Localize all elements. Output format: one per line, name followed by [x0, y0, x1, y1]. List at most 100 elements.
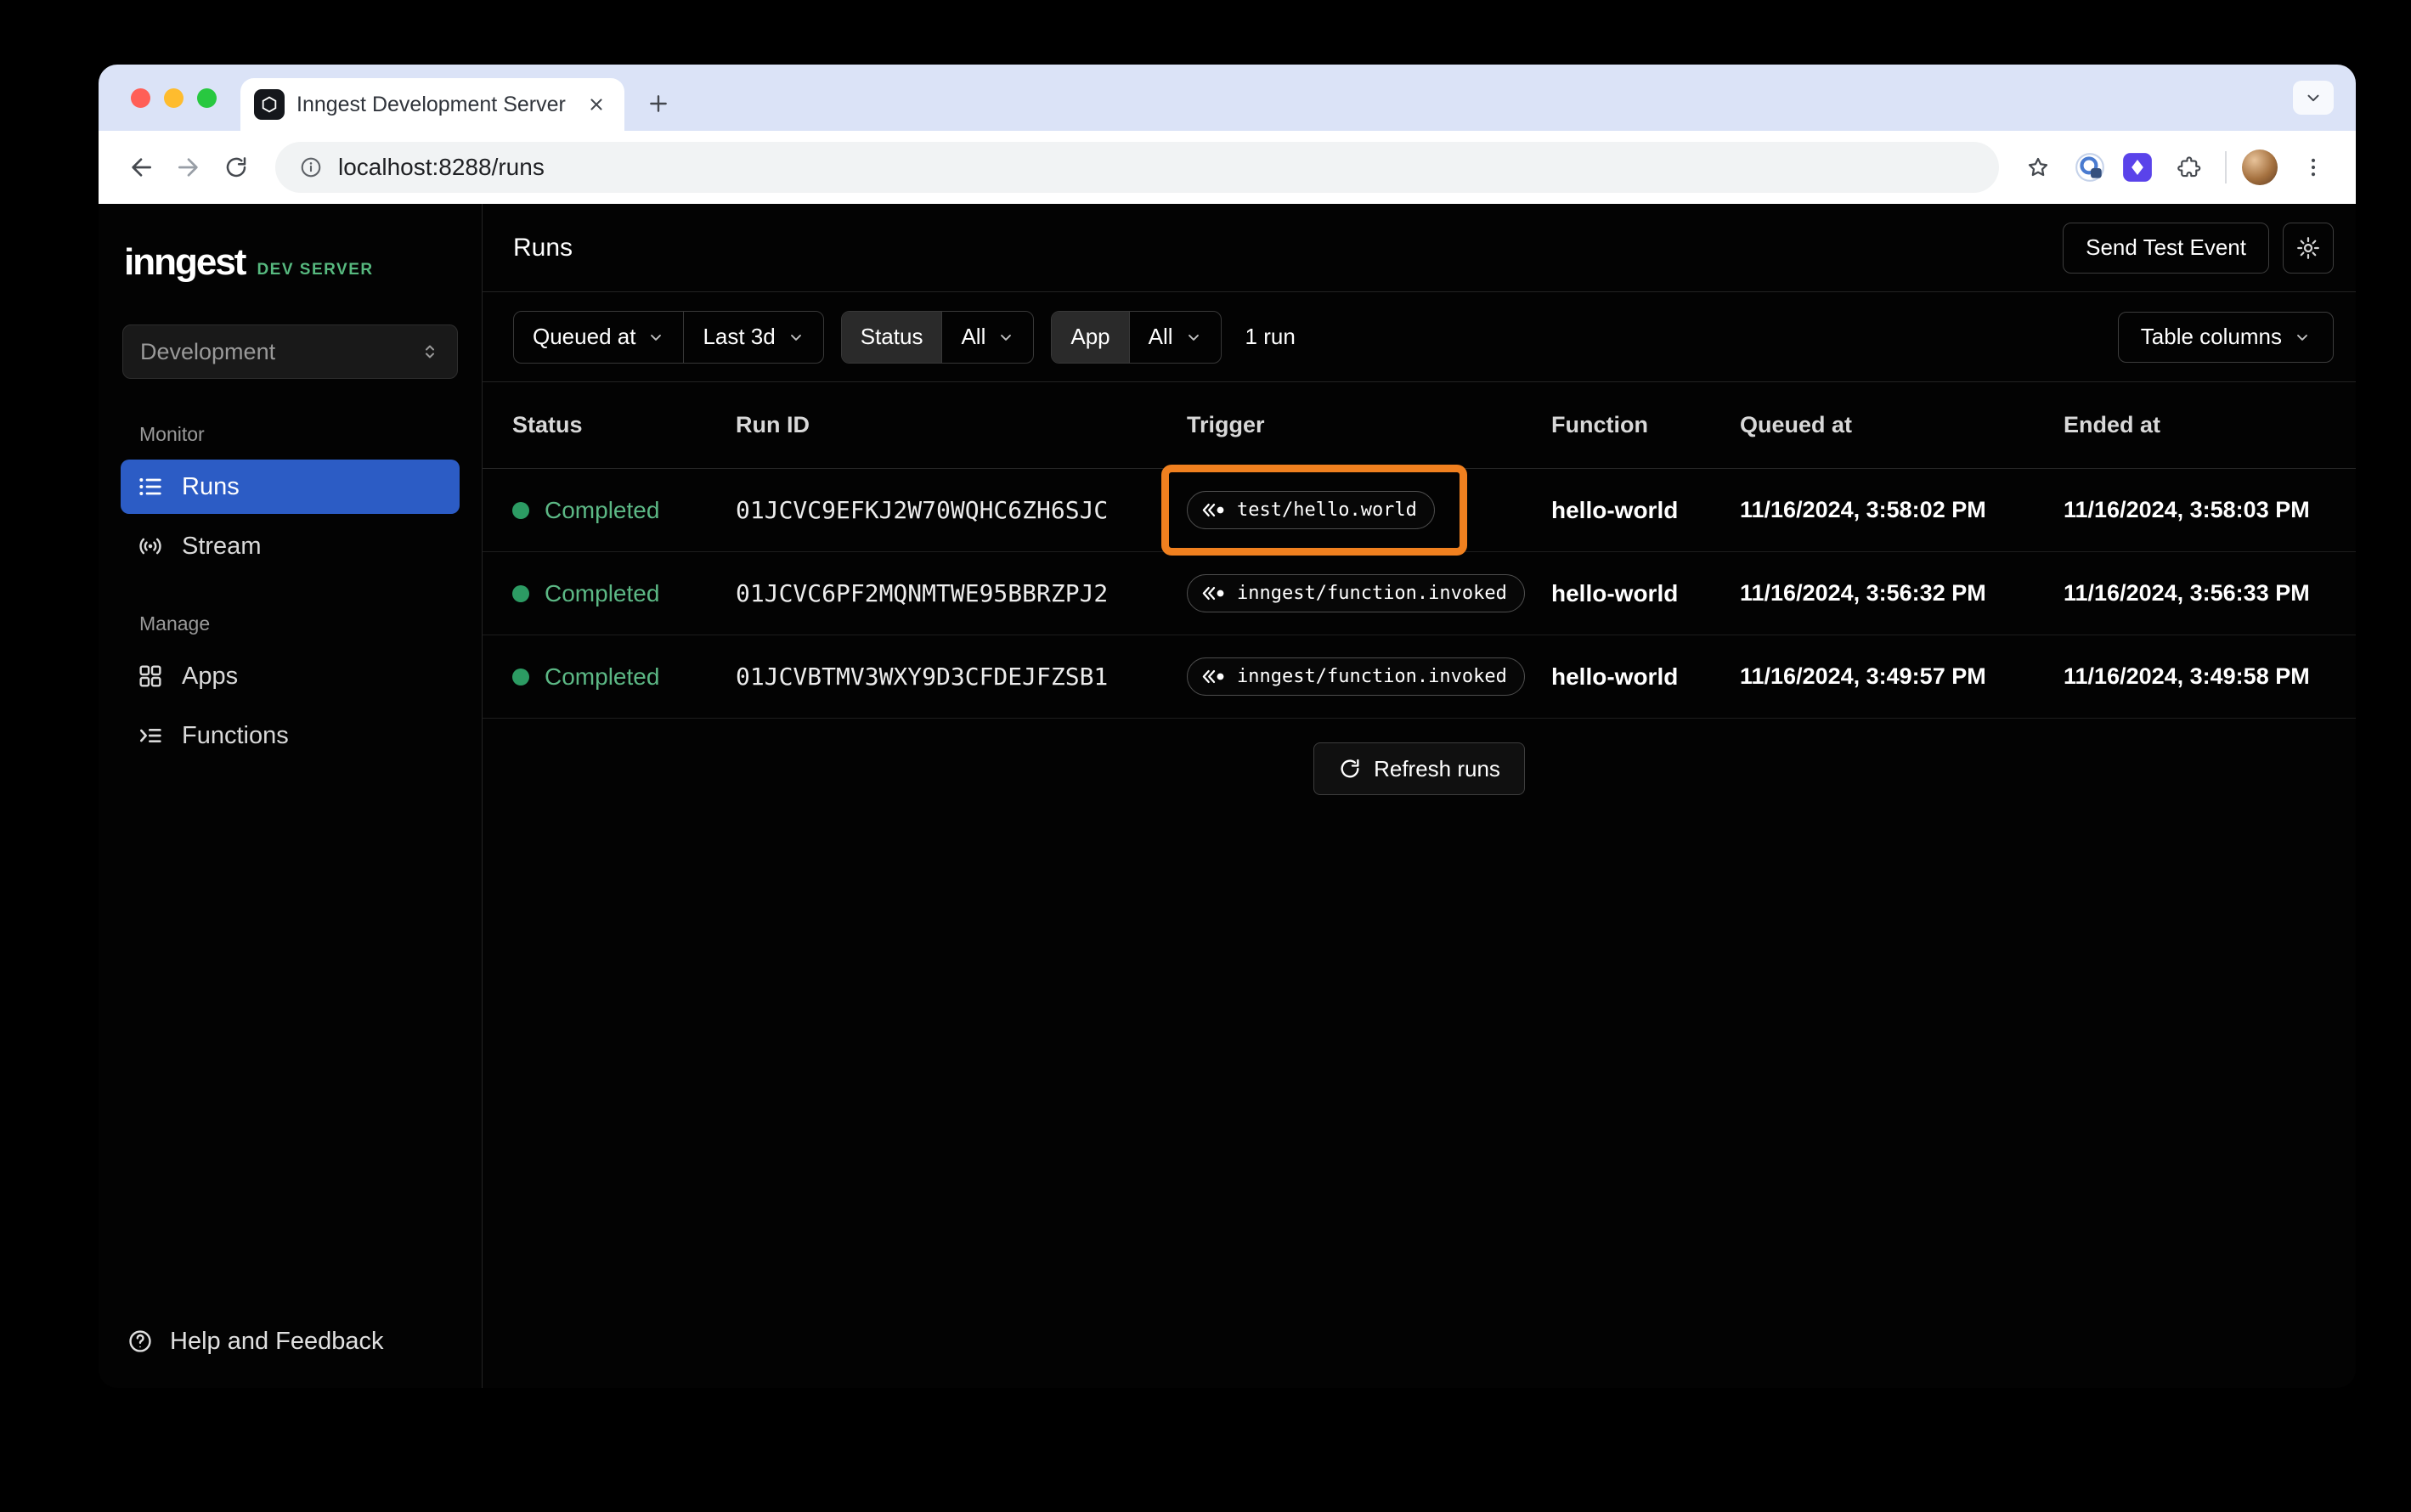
- trigger-event-name: test/hello.world: [1237, 499, 1417, 521]
- refresh-row: Refresh runs: [483, 719, 2356, 795]
- time-range-value: Last 3d: [703, 324, 776, 349]
- trigger-badge[interactable]: inngest/function.invoked: [1187, 574, 1525, 612]
- sidebar-item-label: Runs: [182, 472, 240, 500]
- chevron-down-icon: [997, 329, 1014, 346]
- status-cell: Completed: [512, 497, 736, 524]
- extension-icon[interactable]: [2121, 151, 2154, 183]
- status-text: Completed: [545, 663, 660, 690]
- trigger-cell: inngest/function.invoked: [1187, 657, 1525, 696]
- section-label-monitor: Monitor: [139, 423, 205, 445]
- queued-at: 11/16/2024, 3:49:57 PM: [1740, 663, 1986, 689]
- tab-search-chevron-icon[interactable]: [2293, 81, 2334, 115]
- traffic-close-icon[interactable]: [131, 87, 150, 108]
- kebab-menu-icon[interactable]: [2293, 147, 2334, 188]
- status-completed-icon: [512, 501, 529, 519]
- star-icon[interactable]: [2018, 147, 2058, 188]
- close-icon[interactable]: [582, 90, 611, 119]
- queued-at: 11/16/2024, 3:58:02 PM: [1740, 497, 1986, 522]
- filter-bar: Queued at Last 3d Status All App All 1 r…: [483, 292, 2356, 382]
- app-filter-dropdown[interactable]: All: [1128, 311, 1221, 363]
- sidebar-item-apps[interactable]: Apps: [121, 649, 460, 703]
- trigger-event-name: inngest/function.invoked: [1237, 666, 1507, 687]
- event-icon: [1201, 502, 1227, 518]
- table-columns-button[interactable]: Table columns: [2117, 311, 2334, 363]
- tab-strip: Inngest Development Server: [99, 65, 2356, 131]
- settings-button[interactable]: [2283, 222, 2334, 274]
- event-icon: [1201, 669, 1227, 685]
- run-id[interactable]: 01JCVBTMV3WXY9D3CFDEJFZSB1: [736, 663, 1187, 691]
- status-filter: Status All: [840, 310, 1035, 364]
- sidebar-item-stream[interactable]: Stream: [121, 519, 460, 573]
- status-completed-icon: [512, 584, 529, 602]
- status-completed-icon: [512, 668, 529, 685]
- status-text: Completed: [545, 496, 660, 523]
- refresh-runs-label: Refresh runs: [1374, 755, 1500, 781]
- trigger-cell: inngest/function.invoked: [1187, 574, 1525, 612]
- traffic-zoom-icon[interactable]: [197, 87, 217, 108]
- status-filter-dropdown[interactable]: All: [941, 311, 1033, 363]
- app-filter-label: App: [1052, 311, 1129, 363]
- function-name[interactable]: hello-world: [1551, 663, 1740, 691]
- function-name[interactable]: hello-world: [1551, 497, 1740, 524]
- browser-toolbar: localhost:8288/runs: [99, 131, 2356, 204]
- run-count: 1 run: [1245, 324, 1296, 349]
- run-id[interactable]: 01JCVC9EFKJ2W70WQHC6ZH6SJC: [736, 496, 1187, 524]
- inngest-favicon: [254, 89, 285, 120]
- chevron-down-icon: [2294, 329, 2311, 346]
- column-header-function: Function: [1551, 412, 1648, 437]
- status-cell: Completed: [512, 580, 736, 607]
- chevron-down-icon: [788, 329, 805, 346]
- column-header-trigger: Trigger: [1187, 412, 1265, 437]
- sidebar-item-runs[interactable]: Runs: [121, 460, 460, 514]
- functions-icon: [136, 721, 165, 750]
- table-row[interactable]: Completed 01JCVBTMV3WXY9D3CFDEJFZSB1 inn…: [483, 635, 2356, 719]
- environment-select[interactable]: Development: [122, 324, 458, 379]
- app-filter: App All: [1051, 310, 1222, 364]
- table-header: Status Run ID Trigger Function Queued at…: [483, 382, 2356, 469]
- back-icon[interactable]: [121, 147, 161, 188]
- function-name[interactable]: hello-world: [1551, 580, 1740, 607]
- time-range-dropdown[interactable]: Last 3d: [683, 311, 822, 363]
- table-row[interactable]: Completed 01JCVC6PF2MQNMTWE95BBRZPJ2 inn…: [483, 552, 2356, 635]
- table-row[interactable]: Completed 01JCVC9EFKJ2W70WQHC6ZH6SJC tes…: [483, 465, 2356, 556]
- trigger-badge[interactable]: inngest/function.invoked: [1187, 657, 1525, 696]
- help-and-feedback[interactable]: Help and Feedback: [99, 1327, 482, 1356]
- send-test-event-label: Send Test Event: [2086, 234, 2246, 260]
- refresh-runs-button[interactable]: Refresh runs: [1313, 742, 1525, 795]
- send-test-event-button[interactable]: Send Test Event: [2063, 222, 2269, 274]
- section-label-manage: Manage: [139, 612, 211, 635]
- event-icon: [1201, 585, 1227, 601]
- sidebar-item-label: Apps: [182, 662, 239, 690]
- column-header-ended-at: Ended at: [2064, 412, 2161, 437]
- status-text: Completed: [545, 579, 660, 606]
- runs-icon: [136, 472, 165, 501]
- sort-field-value: Queued at: [533, 324, 636, 349]
- avatar[interactable]: [2242, 150, 2278, 185]
- info-icon[interactable]: [299, 155, 323, 179]
- sidebar-item-functions[interactable]: Functions: [121, 708, 460, 763]
- help-label: Help and Feedback: [170, 1327, 384, 1355]
- column-header-run-id: Run ID: [736, 412, 810, 437]
- puzzle-icon[interactable]: [2169, 147, 2210, 188]
- reload-icon[interactable]: [216, 147, 257, 188]
- extension-icon[interactable]: [2074, 151, 2106, 183]
- status-cell: Completed: [512, 663, 736, 691]
- run-id[interactable]: 01JCVC6PF2MQNMTWE95BBRZPJ2: [736, 579, 1187, 607]
- address-bar[interactable]: localhost:8288/runs: [275, 142, 1999, 193]
- page-header: Runs Send Test Event: [483, 204, 2356, 292]
- logo: inngest DEV SERVER: [99, 241, 482, 284]
- browser-tab[interactable]: Inngest Development Server: [240, 78, 624, 131]
- toolbar-divider: [2225, 151, 2227, 183]
- table-columns-label: Table columns: [2140, 324, 2282, 349]
- forward-icon[interactable]: [168, 147, 209, 188]
- status-label-text: Status: [860, 324, 923, 349]
- url-text: localhost:8288/runs: [338, 154, 545, 180]
- trigger-badge[interactable]: test/hello.world: [1187, 491, 1435, 529]
- sidebar-item-label: Functions: [182, 721, 289, 749]
- traffic-minimize-icon[interactable]: [164, 87, 184, 108]
- ended-at: 11/16/2024, 3:58:03 PM: [2064, 497, 2310, 522]
- new-tab-button[interactable]: [640, 85, 677, 122]
- sort-field-dropdown[interactable]: Queued at: [514, 312, 683, 363]
- inngest-app: inngest DEV SERVER Development Monitor R…: [99, 204, 2356, 1388]
- environment-value: Development: [140, 338, 276, 364]
